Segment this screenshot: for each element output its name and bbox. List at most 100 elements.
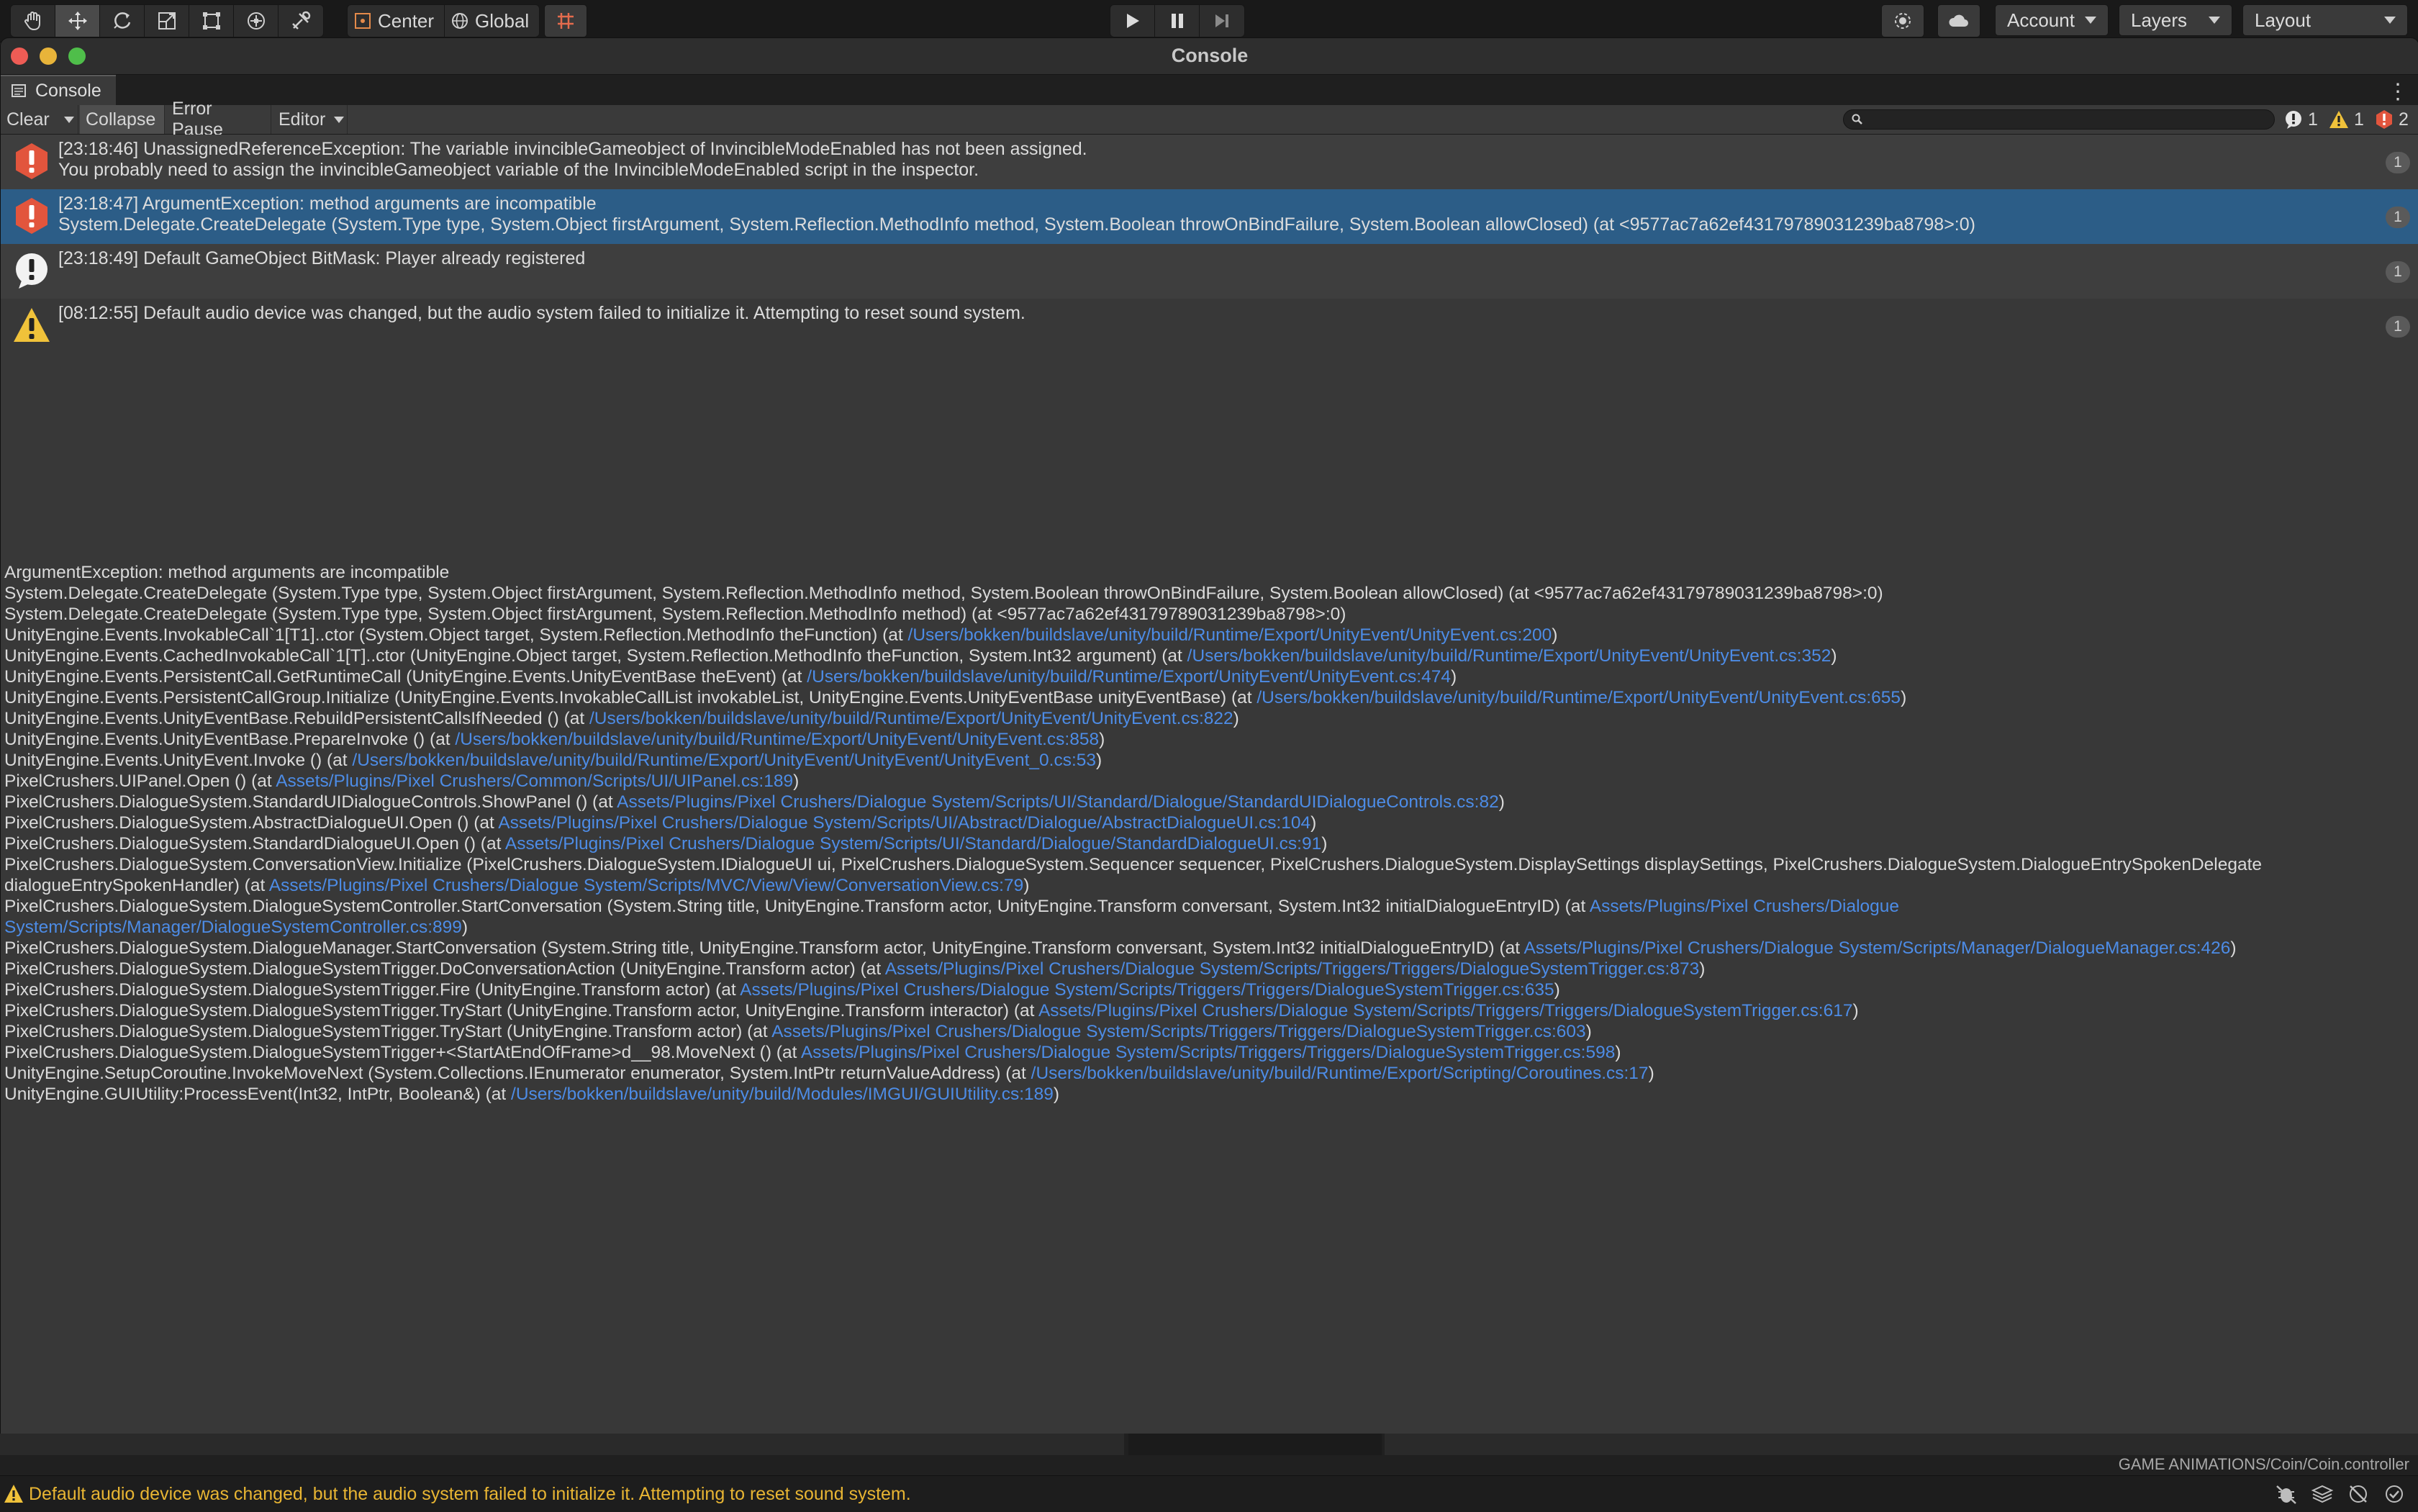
step-icon — [1215, 14, 1228, 27]
source-link[interactable]: Assets/Plugins/Pixel Crushers/Dialogue S… — [771, 1022, 1586, 1041]
log-entry[interactable]: [08:12:55] Default audio device was chan… — [1, 299, 2418, 353]
collapse-label: Collapse — [86, 109, 156, 130]
source-link[interactable]: /Users/bokken/buildslave/unity/build/Run… — [455, 730, 1099, 749]
move-tool-button[interactable] — [55, 5, 100, 37]
stack-trace-text: PixelCrushers.DialogueSystem.DialogueSys… — [4, 959, 885, 979]
more-options-icon[interactable]: ⋮ — [2387, 79, 2409, 104]
source-link[interactable]: /Users/bokken/buildslave/unity/build/Mod… — [511, 1085, 1054, 1104]
error-count: 2 — [2399, 109, 2409, 130]
stack-trace-text: UnityEngine.Events.PersistentCall.GetRun… — [4, 667, 807, 687]
log-entry[interactable]: [23:18:47] ArgumentException: method arg… — [1, 189, 2418, 244]
source-link[interactable]: /Users/bokken/buildslave/unity/build/Run… — [807, 667, 1451, 687]
cloud-button[interactable] — [1937, 4, 1980, 37]
stack-trace-text: System.Delegate.CreateDelegate (System.T… — [4, 584, 1883, 603]
source-link[interactable]: Assets/Plugins/Pixel Crushers/Dialogue S… — [1524, 938, 2231, 958]
stack-trace-text: PixelCrushers.DialogueSystem.DialogueSys… — [4, 980, 741, 1000]
info-count: 1 — [2308, 109, 2318, 130]
split-handle[interactable] — [1, 525, 2418, 563]
grid-snap-button[interactable] — [544, 4, 587, 37]
stack-trace-text: UnityEngine.Events.InvokableCall`1[T1]..… — [4, 625, 908, 645]
search-input[interactable] — [1843, 109, 2275, 130]
log-entry[interactable]: [23:18:49] Default GameObject BitMask: P… — [1, 244, 2418, 299]
window-titlebar[interactable]: Console — [1, 38, 2418, 75]
source-link[interactable]: Assets/Plugins/Pixel Crushers/Common/Scr… — [276, 771, 793, 791]
log-entry[interactable]: [23:18:46] UnassignedReferenceException:… — [1, 135, 2418, 189]
stack-trace-tail: ) — [1450, 667, 1457, 687]
collapse-toggle[interactable]: Collapse — [80, 105, 165, 134]
source-link[interactable]: /Users/bokken/buildslave/unity/build/Run… — [589, 709, 1233, 728]
network-off-icon[interactable] — [2346, 1483, 2371, 1505]
play-button[interactable] — [1110, 5, 1155, 37]
stack-trace-text: PixelCrushers.DialogueSystem.DialogueMan… — [4, 938, 1524, 958]
hand-tool-button[interactable] — [11, 5, 55, 37]
scale-icon — [158, 12, 176, 30]
editor-dropdown[interactable]: Editor — [273, 105, 348, 134]
source-link[interactable]: Assets/Plugins/Pixel Crushers/Dialogue S… — [740, 980, 1554, 1000]
status-message[interactable]: Default audio device was changed, but th… — [29, 1484, 911, 1505]
log-message: [23:18:46] UnassignedReferenceException:… — [58, 139, 1087, 159]
error-counter-toggle[interactable]: 2 — [2374, 105, 2409, 134]
source-link[interactable]: Assets/Plugins/Pixel Crushers/Dialogue S… — [885, 959, 1700, 979]
stack-trace-text: PixelCrushers.DialogueSystem.DialogueSys… — [4, 1022, 772, 1041]
debug-off-icon[interactable] — [2274, 1483, 2299, 1505]
layers-stack-icon[interactable] — [2310, 1483, 2335, 1505]
services-button[interactable] — [1881, 4, 1924, 37]
account-dropdown[interactable]: Account — [1995, 4, 2109, 36]
pivot-center-button[interactable]: Center — [348, 5, 445, 37]
stack-trace-line: System/Scripts/Manager/DialogueSystemCon… — [4, 917, 468, 938]
stack-trace-tail: ) — [1498, 792, 1505, 812]
source-link[interactable]: /Users/bokken/buildslave/unity/build/Run… — [1187, 646, 1831, 666]
source-link[interactable]: /Users/bokken/buildslave/unity/build/Run… — [908, 625, 1552, 645]
rotate-tool-button[interactable] — [100, 5, 145, 37]
tab-console[interactable]: Console — [1, 75, 116, 105]
log-message: [23:18:47] ArgumentException: method arg… — [58, 194, 597, 214]
clear-button[interactable]: Clear — [1, 105, 78, 134]
source-link[interactable]: /Users/bokken/buildslave/unity/build/Run… — [1031, 1064, 1649, 1083]
source-link[interactable]: /Users/bokken/buildslave/unity/build/Run… — [352, 751, 1096, 770]
stack-trace-tail: ) — [1648, 1064, 1654, 1083]
rect-tool-button[interactable] — [189, 5, 234, 37]
warning-counter-toggle[interactable]: 1 — [2328, 105, 2364, 134]
pause-button[interactable] — [1155, 5, 1200, 37]
pivot-label: Center — [378, 9, 435, 32]
stack-trace-tail: ) — [1831, 646, 1837, 666]
layout-label: Layout — [2255, 9, 2311, 31]
info-counter-toggle[interactable]: 1 — [2283, 105, 2318, 134]
rotate-icon — [113, 12, 130, 29]
strip-segment — [1385, 1434, 2418, 1455]
playmode-group — [1110, 4, 1245, 37]
source-link[interactable]: Assets/Plugins/Pixel Crushers/Dialogue S… — [505, 834, 1321, 854]
error-pause-toggle[interactable]: Error Pause — [166, 99, 271, 140]
custom-tool-button[interactable] — [279, 5, 323, 37]
stack-trace-tail: ) — [1053, 1085, 1060, 1104]
transform-tool-button[interactable] — [234, 5, 279, 37]
global-space-button[interactable]: Global — [445, 5, 539, 37]
source-link[interactable]: Assets/Plugins/Pixel Crushers/Dialogue S… — [801, 1043, 1616, 1062]
stack-trace-line: UnityEngine.Events.UnityEvent.Invoke () … — [4, 750, 1102, 771]
layout-dropdown[interactable]: Layout — [2242, 4, 2408, 36]
check-circle-icon[interactable] — [2382, 1483, 2406, 1505]
source-link[interactable]: /Users/bokken/buildslave/unity/build/Run… — [1256, 688, 1901, 707]
source-link[interactable]: Assets/Plugins/Pixel Crushers/Dialogue S… — [498, 813, 1310, 833]
stack-trace-line: PixelCrushers.DialogueSystem.StandardUID… — [4, 792, 1505, 812]
layers-label: Layers — [2131, 9, 2188, 31]
source-link[interactable]: Assets/Plugins/Pixel Crushers/Dialogue S… — [617, 792, 1499, 812]
pause-icon — [1171, 14, 1183, 28]
stack-trace-text: PixelCrushers.DialogueSystem.DialogueSys… — [4, 1001, 1038, 1020]
transform-icon — [247, 12, 265, 30]
source-link[interactable]: Assets/Plugins/Pixel Crushers/Dialogue — [1590, 897, 1899, 916]
warning-count: 1 — [2354, 109, 2364, 130]
stack-trace-line: ArgumentException: method arguments are … — [4, 562, 449, 583]
stack-trace-line: PixelCrushers.DialogueSystem.DialogueSys… — [4, 959, 1705, 979]
account-label: Account — [2007, 9, 2075, 31]
log-message: [08:12:55] Default audio device was chan… — [58, 303, 1025, 323]
source-link[interactable]: Assets/Plugins/Pixel Crushers/Dialogue S… — [269, 876, 1024, 895]
tab-strip: Console ⋮ — [1, 75, 2418, 105]
layers-dropdown[interactable]: Layers — [2119, 4, 2232, 36]
log-count-badge: 1 — [2386, 152, 2410, 173]
scale-tool-button[interactable] — [145, 5, 189, 37]
source-link[interactable]: System/Scripts/Manager/DialogueSystemCon… — [4, 918, 462, 937]
source-link[interactable]: Assets/Plugins/Pixel Crushers/Dialogue S… — [1038, 1001, 1853, 1020]
tab-console-label: Console — [35, 80, 101, 101]
step-button[interactable] — [1200, 5, 1244, 37]
